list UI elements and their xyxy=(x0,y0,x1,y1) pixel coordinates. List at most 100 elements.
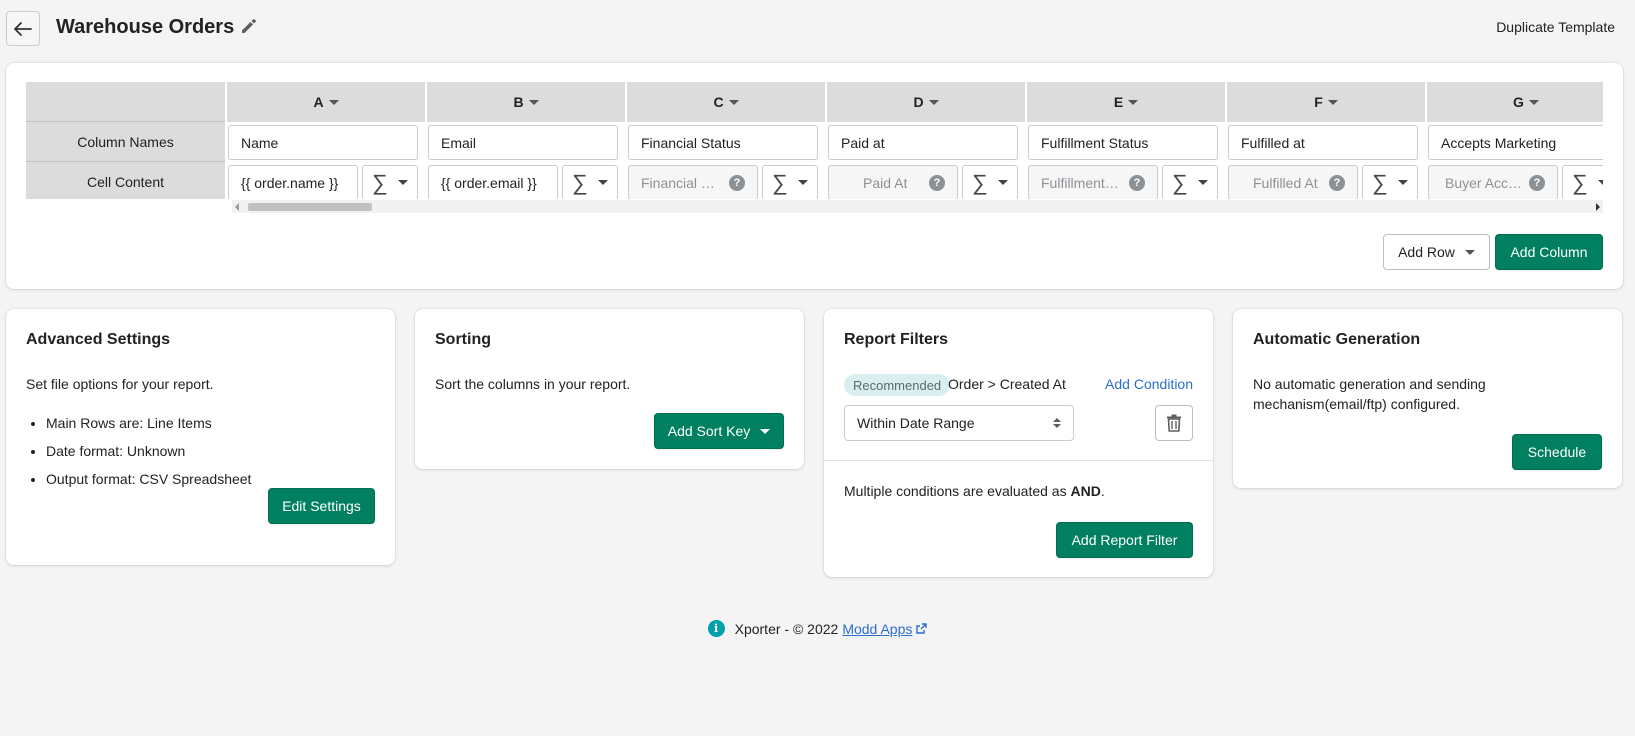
caret-down-icon xyxy=(1327,99,1338,105)
help-icon[interactable]: ? xyxy=(729,174,745,191)
add-report-filter-button[interactable]: Add Report Filter xyxy=(1056,522,1193,558)
divider xyxy=(824,460,1213,461)
cell-content-input[interactable]: {{ order.name }} xyxy=(228,165,358,199)
column-letter: C xyxy=(713,94,724,110)
list-item: Date format: Unknown xyxy=(46,441,251,461)
help-icon[interactable]: ? xyxy=(1329,174,1345,191)
column-header-c[interactable]: C xyxy=(626,82,825,122)
sorting-card: Sorting Sort the columns in your report.… xyxy=(415,309,804,469)
list-item: Main Rows are: Line Items xyxy=(46,413,251,433)
cell-content-input[interactable]: Fulfillment…? xyxy=(1028,165,1158,199)
sigma-icon: ∑ xyxy=(772,169,788,195)
column-name-input[interactable]: Accepts Marketing xyxy=(1428,125,1603,160)
caret-down-icon xyxy=(928,99,939,105)
column-name-input[interactable]: Financial Status xyxy=(628,125,818,160)
scrollbar-thumb[interactable] xyxy=(248,203,372,211)
edit-settings-button[interactable]: Edit Settings xyxy=(268,488,375,524)
cell-content-input[interactable]: Fulfilled At? xyxy=(1228,165,1358,199)
column-header-a[interactable]: A xyxy=(226,82,425,122)
modd-apps-link[interactable]: Modd Apps xyxy=(842,621,912,637)
horizontal-scrollbar[interactable] xyxy=(232,200,1603,213)
select-arrows-icon xyxy=(1053,418,1061,428)
cell-content-input[interactable]: {{ order.email }} xyxy=(428,165,558,199)
condition-label: Order > Created At xyxy=(948,376,1066,392)
condition-select[interactable]: Within Date Range xyxy=(844,405,1074,441)
automatic-generation-card: Automatic Generation No automatic genera… xyxy=(1233,309,1622,488)
cell-content-input[interactable]: Paid At? xyxy=(828,165,958,199)
cell-content-placeholder: Fulfilled At xyxy=(1253,174,1318,191)
sigma-icon: ∑ xyxy=(372,169,388,195)
add-row-button[interactable]: Add Row xyxy=(1383,234,1490,270)
column-name-input[interactable]: Fulfillment Status xyxy=(1028,125,1218,160)
help-icon[interactable]: ? xyxy=(1129,174,1145,191)
caret-down-icon xyxy=(1464,249,1475,255)
aggregate-dropdown[interactable]: ∑ xyxy=(1162,165,1218,199)
external-link-icon[interactable] xyxy=(916,623,928,634)
list-item: Output format: CSV Spreadsheet xyxy=(46,469,251,489)
column-name-input[interactable]: Paid at xyxy=(828,125,1018,160)
sigma-icon: ∑ xyxy=(1372,169,1388,195)
caret-down-icon xyxy=(1397,180,1408,185)
condition-select-value: Within Date Range xyxy=(857,415,975,431)
cell-content-input[interactable]: Buyer Acc…? xyxy=(1428,165,1558,199)
add-row-label: Add Row xyxy=(1398,244,1455,260)
column-header-e[interactable]: E xyxy=(1026,82,1225,122)
cell-content-placeholder: Fulfillment… xyxy=(1041,174,1119,191)
schedule-button[interactable]: Schedule xyxy=(1512,434,1602,470)
duplicate-template-link[interactable]: Duplicate Template xyxy=(1496,19,1615,35)
delete-condition-button[interactable] xyxy=(1155,405,1193,441)
arrow-left-icon xyxy=(14,21,32,36)
aggregate-dropdown[interactable]: ∑ xyxy=(362,165,418,199)
sigma-icon: ∑ xyxy=(572,169,588,195)
caret-down-icon xyxy=(1597,180,1603,185)
and-note-prefix: Multiple conditions are evaluated as xyxy=(844,483,1071,499)
and-note: Multiple conditions are evaluated as AND… xyxy=(844,483,1105,499)
aggregate-dropdown[interactable]: ∑ xyxy=(762,165,818,199)
pencil-icon[interactable] xyxy=(240,17,258,38)
column-name-input[interactable]: Name xyxy=(228,125,418,160)
back-button[interactable] xyxy=(6,11,40,46)
aggregate-dropdown[interactable]: ∑ xyxy=(1362,165,1418,199)
add-column-button[interactable]: Add Column xyxy=(1495,234,1603,270)
caret-down-icon xyxy=(528,99,539,105)
help-icon[interactable]: ? xyxy=(1529,174,1545,191)
scroll-left-arrow-icon[interactable] xyxy=(235,203,239,211)
aggregate-dropdown[interactable]: ∑ xyxy=(962,165,1018,199)
aggregate-dropdown[interactable]: ∑ xyxy=(562,165,618,199)
column-letter: B xyxy=(513,94,524,110)
and-word: AND xyxy=(1070,483,1101,499)
sigma-icon: ∑ xyxy=(1172,169,1188,195)
column-header-g[interactable]: G xyxy=(1426,82,1603,122)
card-title: Report Filters xyxy=(844,331,949,348)
caret-down-icon xyxy=(997,180,1008,185)
card-description: Sort the columns in your report. xyxy=(435,376,631,392)
column-name-input[interactable]: Email xyxy=(428,125,618,160)
grid-corner xyxy=(26,82,225,122)
scroll-right-arrow-icon[interactable] xyxy=(1596,203,1600,211)
caret-down-icon xyxy=(1197,180,1208,185)
recommended-badge: Recommended xyxy=(844,374,951,396)
help-icon[interactable]: ? xyxy=(929,174,945,191)
column-letter: D xyxy=(913,94,924,110)
card-description: No automatic generation and sending mech… xyxy=(1253,376,1486,412)
column-header-f[interactable]: F xyxy=(1226,82,1425,122)
settings-list: Main Rows are: Line Items Date format: U… xyxy=(26,413,251,497)
column-name-input[interactable]: Fulfilled at xyxy=(1228,125,1418,160)
trash-icon xyxy=(1167,414,1181,432)
footer-text: Xporter - © 2022 xyxy=(734,620,839,637)
report-filters-card: Report Filters Recommended Order > Creat… xyxy=(824,309,1213,577)
caret-down-icon xyxy=(328,99,339,105)
aggregate-dropdown[interactable]: ∑ xyxy=(1562,165,1603,199)
caret-down-icon xyxy=(760,428,771,434)
add-sort-key-button[interactable]: Add Sort Key xyxy=(654,413,784,449)
column-header-d[interactable]: D xyxy=(826,82,1025,122)
caret-down-icon xyxy=(1528,99,1539,105)
sigma-icon: ∑ xyxy=(972,169,988,195)
and-note-suffix: . xyxy=(1100,483,1105,499)
caret-down-icon xyxy=(1128,99,1139,105)
column-header-b[interactable]: B xyxy=(426,82,625,122)
caret-down-icon xyxy=(597,180,608,185)
add-condition-link[interactable]: Add Condition xyxy=(1105,376,1193,392)
cell-content-input[interactable]: Financial …? xyxy=(628,165,758,199)
footer: i Xporter - © 2022 Modd Apps xyxy=(0,620,1635,637)
